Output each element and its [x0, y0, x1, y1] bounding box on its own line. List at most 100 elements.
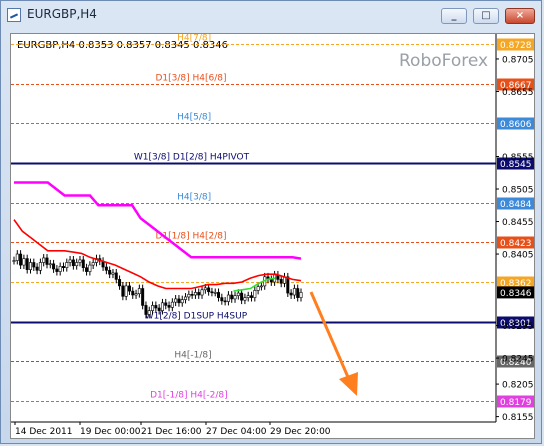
x-tick-label: 14 Dec 2011: [15, 427, 73, 437]
watermark: RoboForex: [399, 51, 488, 71]
candle-body: [114, 272, 118, 280]
candle-body: [61, 266, 65, 268]
chart-window: EURGBP,H4 _ □ × EURGBP,H4 0.8353 0.8357 …: [0, 0, 542, 444]
candle-body: [279, 279, 283, 284]
candle-body: [68, 259, 72, 263]
y-tick-label: 0.8705: [502, 55, 534, 65]
level-label: H4[5/8]: [177, 113, 211, 123]
candle-body: [42, 257, 46, 263]
candle-body: [32, 262, 36, 268]
candle-body: [256, 286, 260, 291]
candle-body: [243, 297, 247, 301]
candle-body: [207, 287, 211, 293]
candle-body: [81, 259, 85, 268]
candle-body: [250, 295, 254, 298]
level-label: H4[-1/8]: [174, 351, 211, 361]
y-tick-label: 0.8455: [502, 218, 534, 228]
candle-body: [253, 290, 257, 298]
window-title: EURGBP,H4: [27, 7, 97, 21]
candle-body: [223, 300, 227, 303]
x-tick-label: 21 Dec 16:00: [141, 427, 202, 437]
candle-body: [127, 285, 131, 292]
level-price-text: 0.8728: [500, 41, 532, 51]
maximize-icon: □: [481, 10, 491, 21]
candle-body: [200, 289, 204, 296]
level-price-text: 0.8606: [500, 120, 532, 130]
y-tick-label: 0.8405: [502, 251, 534, 261]
candle-body: [85, 267, 89, 272]
x-tick-label: 27 Dec 04:00: [206, 427, 267, 437]
minimize-icon: _: [451, 10, 457, 21]
candle-body: [213, 292, 217, 294]
candle-body: [45, 257, 49, 265]
current-price-text: 0.8346: [500, 289, 532, 299]
candle-body: [25, 258, 29, 270]
candle-body: [104, 266, 108, 271]
candle-body: [48, 263, 52, 266]
candle-body: [111, 272, 115, 275]
level-price-text: 0.8484: [500, 200, 532, 210]
candle-body: [35, 266, 39, 271]
candle-body: [286, 276, 290, 294]
candle-body: [259, 285, 263, 288]
y-tick-label: 0.8245: [502, 355, 534, 365]
candle-body: [78, 259, 82, 263]
maximize-button[interactable]: □: [473, 8, 499, 24]
candle-body: [167, 305, 171, 308]
candle-body: [184, 296, 188, 300]
candle-body: [160, 302, 164, 311]
y-tick-label: 0.8555: [502, 153, 534, 163]
indicator-line: [14, 181, 302, 260]
candle-body: [170, 301, 174, 308]
candle-body: [147, 310, 151, 315]
candle-body: [177, 298, 181, 304]
x-tick-label: 19 Dec 00:00: [80, 427, 141, 437]
candle-body: [28, 262, 32, 270]
candle-body: [71, 259, 75, 267]
level-label: D1[3/8] H4[6/8]: [156, 74, 227, 84]
candle-body: [12, 260, 16, 262]
candle-body: [151, 305, 155, 311]
level-price-text: 0.8179: [500, 398, 532, 408]
y-tick-label: 0.8295: [502, 322, 534, 332]
candle-body: [193, 292, 197, 296]
candle-body: [131, 290, 135, 296]
x-tick-label: 29 Dec 20:00: [270, 427, 331, 437]
candle-body: [52, 263, 56, 270]
candle-body: [190, 294, 194, 296]
candle-body: [217, 292, 221, 298]
candle-body: [134, 293, 138, 296]
candle-body: [157, 307, 161, 311]
title-bar[interactable]: EURGBP,H4 _ □ ×: [1, 1, 541, 29]
candle-body: [164, 302, 168, 306]
candle-body: [203, 287, 207, 291]
candle-body: [75, 262, 79, 267]
candle-body: [141, 288, 145, 306]
chart-canvas: EURGBP,H4 0.8353 0.8357 0.8345 0.8346 Ro…: [11, 34, 534, 437]
candle-body: [236, 292, 240, 296]
level-label: D1[-1/8] H4[-2/8]: [150, 391, 228, 401]
candle-body: [246, 295, 250, 298]
candle-body: [292, 288, 296, 296]
candle-body: [118, 279, 122, 287]
candle-body: [289, 292, 293, 296]
candle-body: [296, 288, 300, 298]
level-price-text: 0.8423: [500, 239, 532, 249]
y-tick-label: 0.8655: [502, 88, 534, 98]
candle-body: [269, 279, 273, 283]
candle-body: [187, 294, 191, 298]
candle-body: [240, 292, 244, 301]
close-button[interactable]: ×: [505, 8, 535, 24]
candle-body: [55, 268, 59, 272]
candle-body: [299, 292, 303, 298]
minimize-button[interactable]: _: [441, 8, 467, 24]
candle-body: [144, 305, 148, 315]
y-tick-label: 0.8205: [502, 381, 534, 391]
candle-body: [197, 292, 201, 296]
candle-body: [15, 253, 19, 261]
candle-body: [226, 294, 230, 302]
price-chart[interactable]: EURGBP,H4 0.8353 0.8357 0.8345 0.8346 Ro…: [10, 33, 535, 439]
candle-body: [38, 262, 42, 271]
chart-icon: [7, 8, 21, 22]
level-label: W1[2/8] D1SUP H4SUP: [145, 312, 248, 322]
